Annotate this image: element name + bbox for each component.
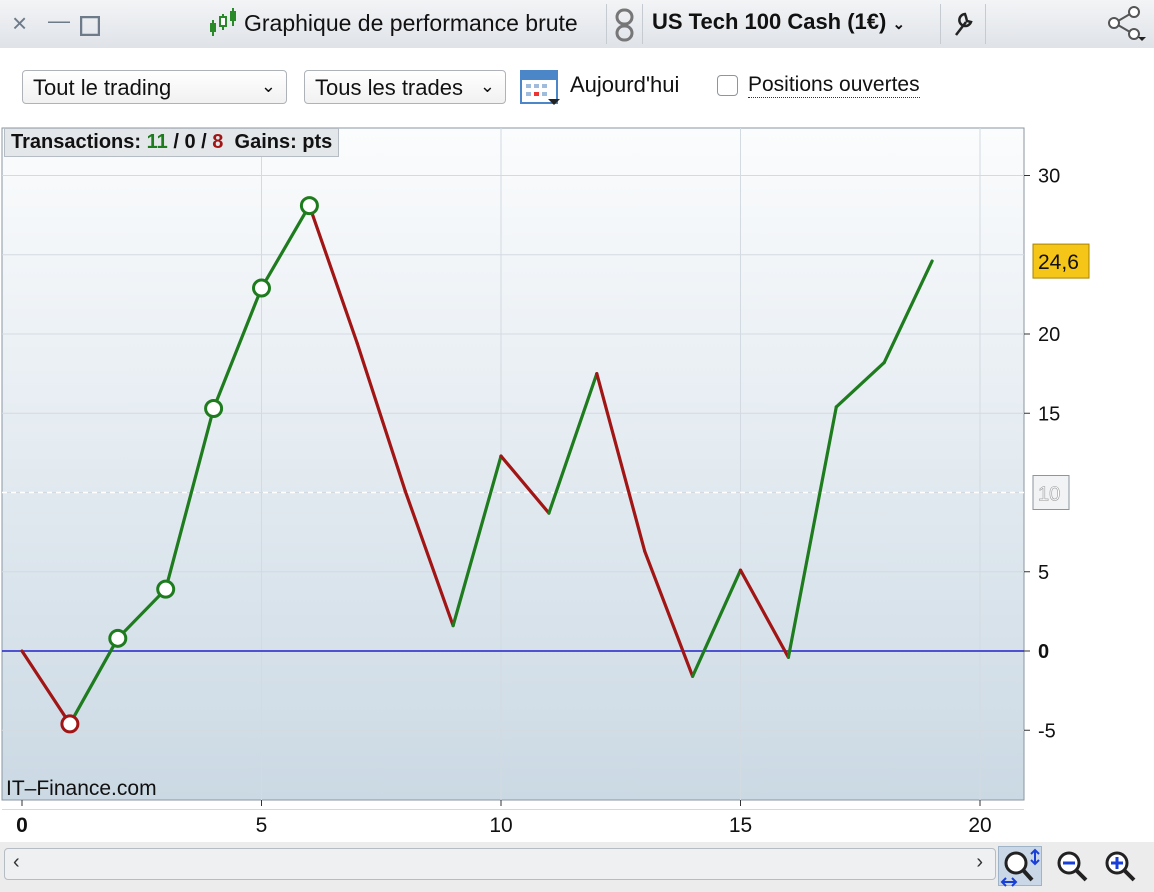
close-icon[interactable]: × <box>12 8 27 38</box>
watermark: IT–Finance.com <box>6 777 157 800</box>
trades-select-value: Tous les trades <box>315 75 463 100</box>
divider <box>940 4 941 44</box>
instrument-selector[interactable]: US Tech 100 Cash (1€) ⌄ <box>652 9 905 35</box>
x-axis: 0 5 10 15 20 <box>16 800 992 837</box>
window-title: Graphique de performance brute <box>244 10 578 36</box>
performance-chart[interactable]: -5 0 5 15 20 30 10 24,6 0 5 10 15 20 IT–Finance.com <box>0 126 1154 842</box>
x-tick-label: 5 <box>256 814 268 837</box>
link-icon[interactable] <box>614 8 636 47</box>
reference-line-label: 10 <box>1038 484 1060 506</box>
divider <box>985 4 986 44</box>
y-tick-label: 5 <box>1038 562 1049 584</box>
x-tick-label: 20 <box>968 814 991 837</box>
filter-toolbar: Tout le trading ⌄ Tous les trades ⌄ Aujo… <box>0 48 1154 126</box>
chevron-down-icon: ⌄ <box>260 76 276 96</box>
y-axis: -5 0 5 15 20 30 10 24,6 <box>1024 166 1090 742</box>
neutral-count: 0 <box>184 131 196 153</box>
transactions-label: Transactions: <box>11 131 142 153</box>
losses-count: 8 <box>212 131 224 153</box>
chevron-down-icon: ⌄ <box>892 16 906 33</box>
x-tick-label: 10 <box>489 814 512 837</box>
chevron-down-icon: ⌄ <box>479 76 495 96</box>
period-select-value: Tout le trading <box>33 75 172 100</box>
y-tick-label: 20 <box>1038 324 1060 346</box>
candlestick-icon <box>208 8 240 45</box>
positions-checkbox[interactable] <box>717 75 738 96</box>
separator: / <box>173 131 179 153</box>
zoom-out-icon <box>1057 851 1088 882</box>
chart-panel: -5 0 5 15 20 30 10 24,6 0 5 10 15 20 IT–Finance.com <box>0 126 1154 842</box>
divider <box>606 4 607 44</box>
period-select[interactable]: Tout le trading ⌄ <box>22 70 287 104</box>
y-tick-label: -5 <box>1038 720 1056 742</box>
zoom-fit-icon <box>1000 848 1040 887</box>
gains-label: Gains: pts <box>234 131 333 153</box>
calendar-icon[interactable] <box>520 67 562 112</box>
share-icon[interactable] <box>1106 6 1148 47</box>
zoom-in-icon <box>1105 851 1136 882</box>
zoom-fit-button[interactable] <box>998 846 1042 887</box>
wins-count: 11 <box>146 131 168 153</box>
trades-select[interactable]: Tous les trades ⌄ <box>304 70 506 104</box>
maximize-icon[interactable] <box>79 12 101 42</box>
transactions-summary: Transactions: 11 / 0 / 8 Gains: pts <box>4 128 340 157</box>
zoom-in-button[interactable] <box>1100 846 1144 886</box>
y-tick-label: 0 <box>1038 641 1049 663</box>
zoom-out-button[interactable] <box>1052 846 1096 886</box>
window-titlebar: × — Graphique de performance brute US Te… <box>0 0 1154 49</box>
divider <box>642 4 643 44</box>
data-point-marker <box>204 398 224 418</box>
scroll-left-icon[interactable]: ‹ <box>13 851 20 874</box>
y-tick-label: 30 <box>1038 166 1060 188</box>
positions-label[interactable]: Positions ouvertes <box>748 73 920 98</box>
scroll-right-icon[interactable]: › <box>976 851 983 874</box>
data-point-marker <box>252 278 271 298</box>
minimize-icon[interactable]: — <box>48 6 70 36</box>
y-tick-label: 15 <box>1038 403 1060 425</box>
x-tick-label: 0 <box>16 814 28 837</box>
instrument-label: US Tech 100 Cash (1€) <box>652 9 887 34</box>
last-value-label: 24,6 <box>1038 251 1079 274</box>
horizontal-scrollbar[interactable]: ‹ › <box>4 848 996 880</box>
wrench-icon[interactable] <box>948 8 976 43</box>
data-point-marker <box>60 714 80 734</box>
x-tick-label: 15 <box>729 814 752 837</box>
today-button[interactable]: Aujourd'hui <box>570 72 679 98</box>
data-point-marker <box>156 579 176 599</box>
plot-area <box>1 127 1025 801</box>
data-point-marker <box>299 196 319 216</box>
separator: / <box>201 131 207 153</box>
data-point-marker <box>108 628 128 648</box>
